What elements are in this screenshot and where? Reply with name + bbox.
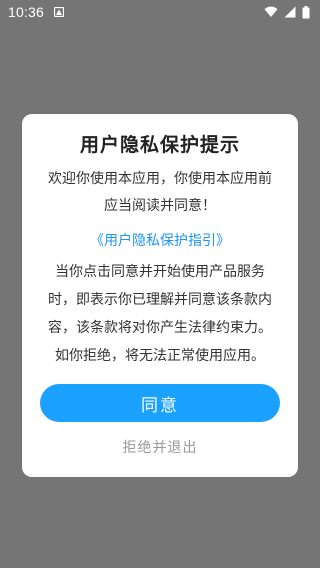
privacy-policy-link[interactable]: 《用户隐私保护指引》	[38, 230, 282, 252]
battery-icon	[302, 5, 310, 19]
status-bar: 10:36	[0, 0, 320, 24]
body-line: 容，该条款将对你产生法律约束力。	[48, 320, 272, 336]
decline-exit-button[interactable]: 拒绝并退出	[117, 436, 204, 458]
dialog-body: 当你点击同意并开始使用产品服务 时，即表示你已理解并同意该条款内 容，该条款将对…	[38, 258, 282, 370]
body-line: 时，即表示你已理解并同意该条款内	[48, 292, 272, 308]
intro-line: 应当阅读并同意！	[104, 198, 216, 214]
status-time: 10:36	[8, 4, 45, 20]
body-line: 当你点击同意并开始使用产品服务	[55, 264, 265, 280]
agree-button[interactable]: 同意	[40, 384, 280, 422]
notification-icon	[54, 7, 65, 17]
dialog-intro: 欢迎你使用本应用，你使用本应用前 应当阅读并同意！	[38, 166, 282, 220]
cellular-signal-icon	[284, 6, 296, 18]
intro-line: 欢迎你使用本应用，你使用本应用前	[48, 171, 272, 187]
wifi-icon	[264, 6, 278, 18]
body-line: 如你拒绝，将无法正常使用应用。	[55, 348, 265, 364]
privacy-dialog: 用户隐私保护提示 欢迎你使用本应用，你使用本应用前 应当阅读并同意！ 《用户隐私…	[22, 114, 298, 477]
dialog-title: 用户隐私保护提示	[79, 134, 240, 156]
status-icons	[264, 5, 310, 19]
